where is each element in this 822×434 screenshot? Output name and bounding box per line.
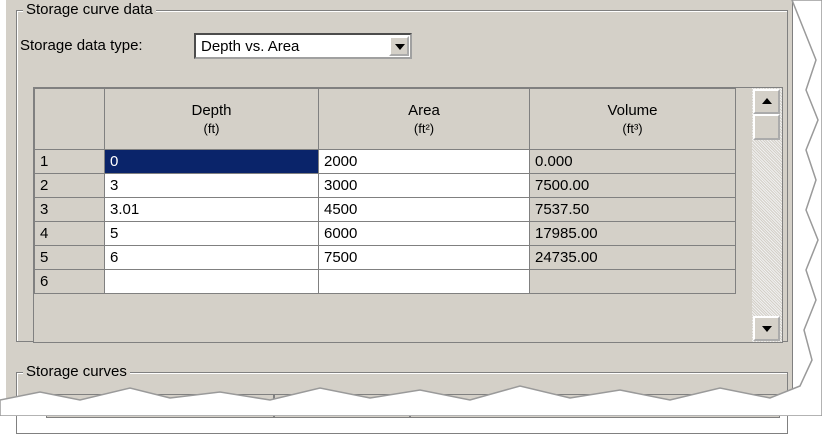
chevron-down-icon xyxy=(395,44,405,50)
volume-cell xyxy=(529,269,736,294)
volume-cell: 7537.50 xyxy=(529,197,736,222)
depth-cell[interactable]: 3 xyxy=(104,173,319,198)
row-number[interactable]: 5 xyxy=(34,245,105,270)
depth-cell[interactable]: 3.01 xyxy=(104,197,319,222)
scroll-up-button[interactable] xyxy=(753,89,780,114)
group-legend: Storage curve data xyxy=(23,1,156,19)
table-row: 4 5 6000 17985.00 xyxy=(34,221,736,246)
group-legend: Storage curves xyxy=(23,363,130,381)
column-unit: (ft²) xyxy=(413,121,435,136)
corner-header xyxy=(34,88,105,150)
area-cell[interactable]: 2000 xyxy=(318,149,530,174)
depth-cell[interactable]: 0 xyxy=(104,149,319,174)
row-number[interactable]: 6 xyxy=(34,269,105,294)
row-number[interactable]: 4 xyxy=(34,221,105,246)
depth-cell[interactable]: 6 xyxy=(104,245,319,270)
depth-cell[interactable] xyxy=(104,269,319,294)
area-cell[interactable]: 4500 xyxy=(318,197,530,222)
volume-cell: 7500.00 xyxy=(529,173,736,198)
area-cell[interactable]: 7500 xyxy=(318,245,530,270)
column-header-volume[interactable]: Volume (ft³) xyxy=(529,88,736,150)
row-number[interactable]: 3 xyxy=(34,197,105,222)
area-cell[interactable]: 3000 xyxy=(318,173,530,198)
volume-cell: 17985.00 xyxy=(529,221,736,246)
curves-header-count[interactable]: Number of xyxy=(274,394,410,418)
storage-panel: Storage curve data Storage data type: De… xyxy=(6,0,793,434)
table-row: 5 6 7500 24735.00 xyxy=(34,245,736,270)
area-cell[interactable] xyxy=(318,269,530,294)
table-row: 2 3 3000 7500.00 xyxy=(34,173,736,198)
area-cell[interactable]: 6000 xyxy=(318,221,530,246)
dropdown-button[interactable] xyxy=(389,36,409,56)
vertical-scrollbar[interactable] xyxy=(752,88,782,342)
table-row: 6 xyxy=(34,269,736,294)
scroll-down-icon xyxy=(762,326,772,332)
curves-header-name[interactable] xyxy=(46,394,274,418)
column-header-depth[interactable]: Depth (ft) xyxy=(104,88,319,150)
volume-cell: 0.000 xyxy=(529,149,736,174)
storage-table: Depth (ft) Area (ft²) Volume (ft³) 1 0 2… xyxy=(34,88,736,294)
storage-type-value: Depth vs. Area xyxy=(201,38,300,55)
column-unit: (ft³) xyxy=(622,121,643,136)
column-header-area[interactable]: Area (ft²) xyxy=(318,88,530,150)
scroll-up-icon xyxy=(762,98,772,104)
curves-header-depth[interactable]: D xyxy=(410,394,780,418)
volume-cell: 24735.00 xyxy=(529,245,736,270)
header-row: Depth (ft) Area (ft²) Volume (ft³) xyxy=(34,88,736,150)
depth-cell[interactable]: 5 xyxy=(104,221,319,246)
column-unit: (ft) xyxy=(203,121,220,136)
table-row: 1 0 2000 0.000 xyxy=(34,149,736,174)
scroll-down-button[interactable] xyxy=(753,316,780,341)
storage-grid: Depth (ft) Area (ft²) Volume (ft³) 1 0 2… xyxy=(33,87,783,343)
table-row: 3 3.01 4500 7537.50 xyxy=(34,197,736,222)
row-number[interactable]: 1 xyxy=(34,149,105,174)
column-name: Area xyxy=(408,102,440,119)
storage-type-label: Storage data type: xyxy=(20,37,143,54)
column-name: Volume xyxy=(607,102,658,119)
row-number[interactable]: 2 xyxy=(34,173,105,198)
storage-type-select[interactable]: Depth vs. Area xyxy=(194,33,412,59)
column-name: Depth xyxy=(191,102,232,119)
scrollbar-thumb[interactable] xyxy=(753,114,780,140)
